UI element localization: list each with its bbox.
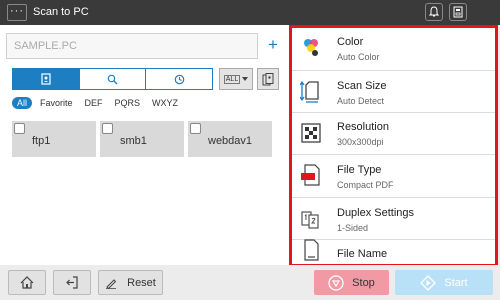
tab-search[interactable]	[80, 69, 147, 89]
filter-def[interactable]: DEF	[85, 98, 103, 108]
setting-duplex-value: 1-Sided	[337, 223, 369, 233]
setting-resolution[interactable]: Resolution 300x300dpi	[292, 113, 495, 155]
home-button[interactable]	[8, 270, 46, 295]
checkbox[interactable]	[102, 123, 113, 134]
clock-icon	[174, 74, 184, 84]
setting-duplex[interactable]: Duplex Settings 1-Sided	[292, 198, 495, 240]
setting-file-name-label: File Name	[337, 248, 388, 260]
destination-label: ftp1	[32, 135, 51, 147]
scan-size-icon	[300, 80, 319, 103]
search-icon	[107, 74, 118, 84]
directory-button[interactable]	[257, 68, 279, 90]
tab-history[interactable]	[146, 69, 212, 89]
pdf-file-icon	[301, 164, 320, 186]
setting-resolution-label: Resolution	[337, 121, 389, 133]
start-label: Start	[444, 276, 468, 289]
notification-button[interactable]	[425, 3, 443, 21]
filter-wxyz[interactable]: WXYZ	[152, 98, 178, 108]
checkbox[interactable]	[14, 123, 25, 134]
page-title: Scan to PC	[33, 6, 89, 18]
eraser-icon	[106, 278, 117, 289]
setting-scan-size[interactable]: Scan Size Auto Detect	[292, 71, 495, 113]
start-button[interactable]: Start	[395, 270, 493, 295]
destination-tile-webdav1[interactable]: webdav1	[188, 121, 272, 157]
reset-button[interactable]: Reset	[98, 270, 163, 295]
duplex-icon	[301, 211, 319, 229]
stop-label: Stop	[352, 276, 375, 289]
filter-favorite[interactable]: Favorite	[40, 98, 73, 108]
index-filters: All Favorite DEF PQRS WXYZ	[12, 97, 190, 109]
filter-all[interactable]: All	[12, 97, 33, 109]
setting-color-value: Auto Color	[337, 52, 380, 62]
destination-label: smb1	[120, 135, 147, 147]
bottom-bar: Reset Stop Start	[0, 265, 500, 300]
setting-file-name[interactable]: File Name	[292, 239, 495, 264]
destination-label: webdav1	[208, 135, 253, 147]
file-icon	[304, 239, 319, 261]
destination-tile-smb1[interactable]: smb1	[100, 121, 184, 157]
setting-file-type-label: File Type	[337, 164, 382, 176]
destination-tile-ftp1[interactable]: ftp1	[12, 121, 96, 157]
back-button[interactable]	[53, 270, 91, 295]
menu-button[interactable]: ···	[7, 4, 27, 21]
top-bar: ··· Scan to PC	[0, 0, 500, 25]
tab-address-book[interactable]	[13, 69, 80, 89]
start-icon	[420, 274, 437, 291]
filter-pqrs[interactable]: PQRS	[115, 98, 141, 108]
device-status-button[interactable]	[449, 3, 467, 21]
all-dropdown[interactable]: ALL	[219, 68, 253, 90]
setting-resolution-value: 300x300dpi	[337, 137, 384, 147]
setting-scan-size-label: Scan Size	[337, 80, 387, 92]
destination-list: ftp1 smb1 webdav1	[12, 121, 272, 157]
reset-label: Reset	[127, 276, 156, 289]
stop-button[interactable]: Stop	[314, 270, 389, 295]
add-destination-button[interactable]: +	[264, 35, 282, 55]
setting-duplex-label: Duplex Settings	[337, 207, 415, 219]
setting-scan-size-value: Auto Detect	[337, 96, 385, 106]
color-icon	[304, 39, 318, 56]
setting-file-type[interactable]: File Type Compact PDF	[292, 155, 495, 198]
setting-color[interactable]: Color Auto Color	[292, 28, 495, 71]
setting-file-type-value: Compact PDF	[337, 180, 394, 190]
stop-icon	[328, 274, 344, 291]
destination-panel: SAMPLE.PC + ALL All Favorite DEF PQRS WX…	[0, 25, 290, 265]
all-dropdown-label: ALL	[223, 74, 241, 84]
view-segment	[12, 68, 213, 90]
destination-input[interactable]: SAMPLE.PC	[6, 33, 258, 59]
address-book-icon	[41, 73, 51, 85]
setting-color-label: Color	[337, 36, 364, 48]
home-icon	[20, 276, 34, 289]
directory-icon	[262, 72, 274, 85]
exit-icon	[66, 276, 78, 289]
caret-down-icon	[242, 77, 249, 81]
checkbox[interactable]	[190, 123, 201, 134]
resolution-icon	[301, 123, 321, 143]
bell-icon	[428, 6, 440, 17]
settings-panel: Color Auto Color Scan Size Auto Detect R…	[289, 25, 498, 267]
device-icon	[453, 6, 463, 18]
